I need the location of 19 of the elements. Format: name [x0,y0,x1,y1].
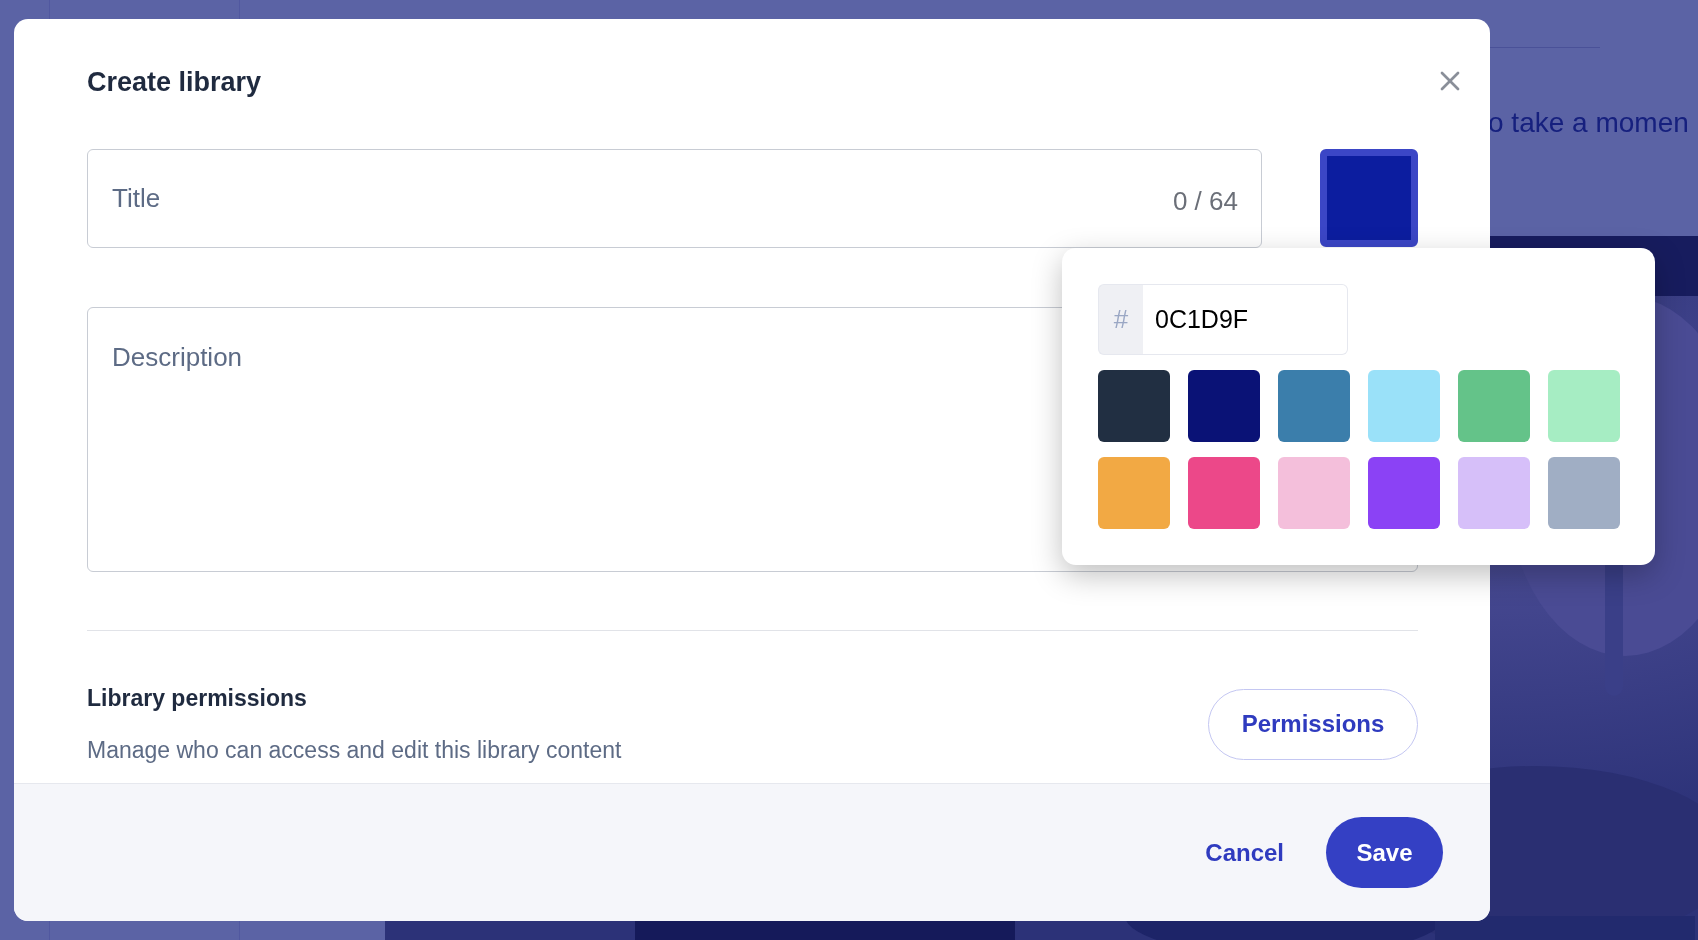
color-swatch[interactable] [1458,370,1530,442]
color-swatch[interactable] [1188,457,1260,529]
color-swatch[interactable] [1098,370,1170,442]
color-swatch[interactable] [1548,457,1620,529]
color-swatch[interactable] [1368,370,1440,442]
color-swatch[interactable] [1458,457,1530,529]
permissions-heading: Library permissions [87,683,308,713]
save-button[interactable]: Save [1326,817,1443,888]
cancel-button[interactable]: Cancel [1193,826,1296,879]
color-swatch[interactable] [1278,370,1350,442]
permissions-description: Manage who can access and edit this library content [87,736,622,765]
color-swatch[interactable] [1188,370,1260,442]
dialog-title: Create library [87,66,262,99]
color-swatch[interactable] [1098,457,1170,529]
color-picker-button[interactable] [1320,149,1418,247]
color-swatch[interactable] [1278,457,1350,529]
color-swatch[interactable] [1368,457,1440,529]
character-counter: 0 / 64 [1172,184,1238,218]
color-swatch[interactable] [1548,370,1620,442]
